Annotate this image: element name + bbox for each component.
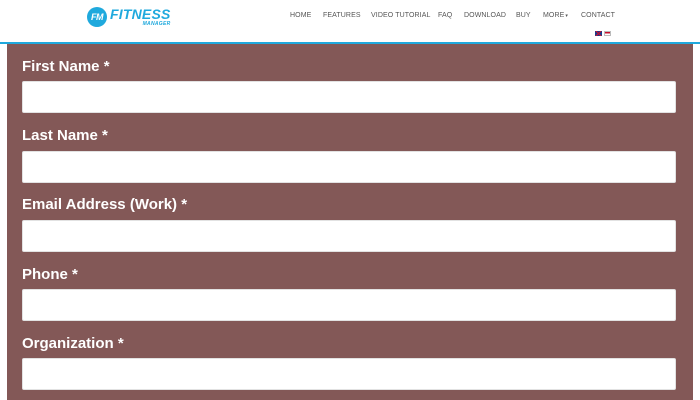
chevron-down-icon: ▾ bbox=[565, 13, 569, 19]
nav-features[interactable]: FEATURES bbox=[323, 12, 361, 19]
nav-download[interactable]: DOWNLOAD bbox=[464, 12, 506, 19]
organization-label: Organization * bbox=[22, 335, 124, 352]
nav-video-tutorial[interactable]: VIDEO TUTORIAL bbox=[371, 12, 431, 19]
organization-input[interactable] bbox=[22, 358, 676, 390]
first-name-label: First Name * bbox=[22, 58, 110, 75]
phone-input[interactable] bbox=[22, 289, 676, 321]
first-name-input[interactable] bbox=[22, 81, 676, 113]
nav-contact[interactable]: CONTACT bbox=[581, 12, 615, 19]
phone-label: Phone * bbox=[22, 266, 78, 283]
fitness-manager-logo[interactable]: FM FITNESS MANAGER bbox=[87, 6, 171, 28]
top-navbar: FM FITNESS MANAGER HOME FEATURES VIDEO T… bbox=[0, 0, 700, 42]
nav-more[interactable]: MORE▾ bbox=[543, 12, 568, 19]
language-switcher bbox=[595, 31, 611, 36]
nav-buy[interactable]: BUY bbox=[516, 12, 531, 19]
logo-badge: FM bbox=[87, 7, 107, 27]
last-name-input[interactable] bbox=[22, 151, 676, 183]
uk-flag-icon[interactable] bbox=[595, 31, 602, 36]
logo-tagline: MANAGER bbox=[142, 21, 171, 27]
logo-name: FITNESS bbox=[110, 6, 171, 22]
email-input[interactable] bbox=[22, 220, 676, 252]
last-name-label: Last Name * bbox=[22, 127, 108, 144]
alt-language-flag-icon[interactable] bbox=[604, 31, 611, 36]
nav-faq[interactable]: FAQ bbox=[438, 12, 452, 19]
email-label: Email Address (Work) * bbox=[22, 196, 188, 213]
nav-more-label: MORE bbox=[543, 12, 565, 19]
logo-wordmark: FITNESS MANAGER bbox=[110, 7, 171, 27]
nav-home[interactable]: HOME bbox=[290, 12, 311, 19]
